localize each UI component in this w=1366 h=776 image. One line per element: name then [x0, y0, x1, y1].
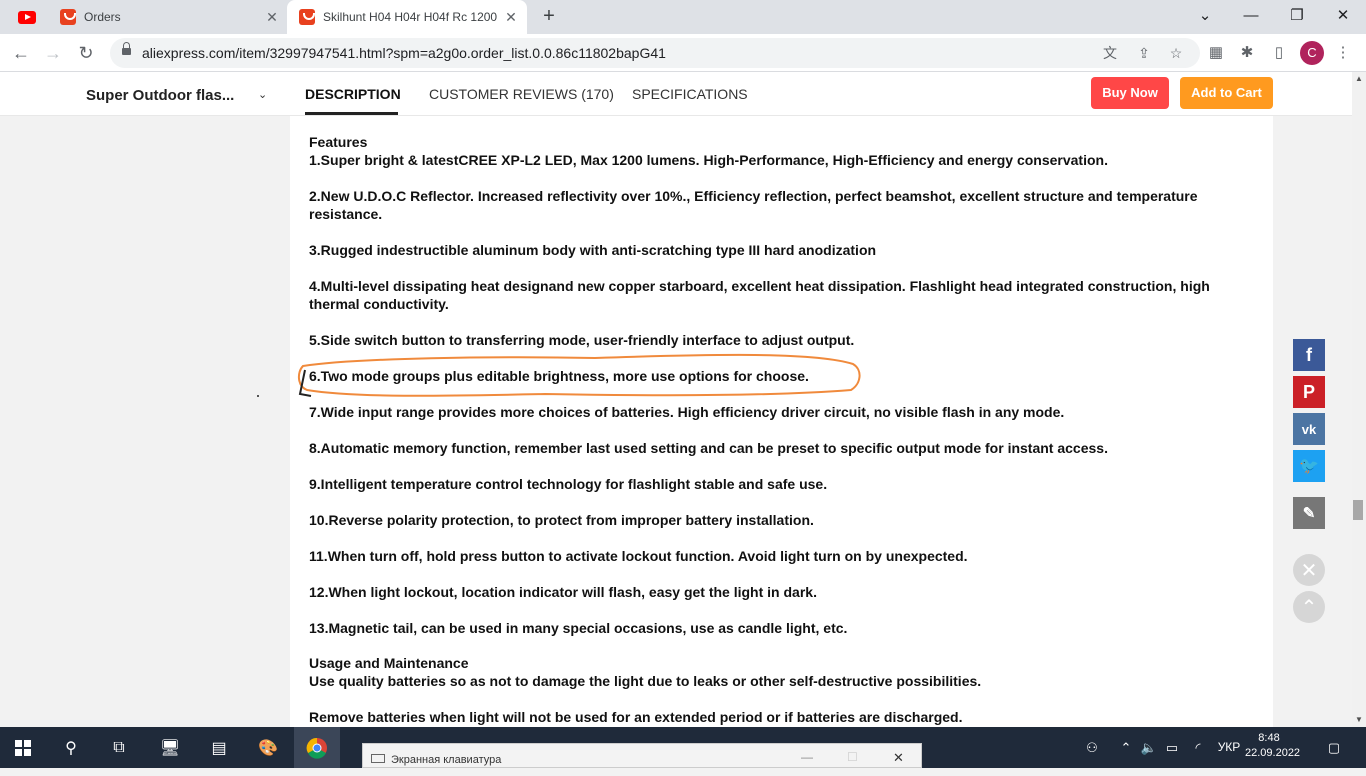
tab-title: Orders: [84, 10, 121, 24]
side-panel-icon[interactable]: ▯: [1269, 43, 1289, 63]
facebook-icon[interactable]: f: [1293, 339, 1325, 371]
buy-now-button[interactable]: Buy Now: [1091, 77, 1169, 109]
osk-close-button[interactable]: ✕: [893, 750, 904, 766]
feature-item: 4.Multi-level dissipating heat designand…: [309, 278, 1210, 312]
tab-customer-reviews[interactable]: CUSTOMER REVIEWS (170): [429, 72, 614, 116]
show-hidden-icons-icon[interactable]: ⌃: [1116, 727, 1136, 768]
forward-button[interactable]: →: [38, 38, 68, 68]
battery-icon[interactable]: ▭: [1162, 727, 1182, 768]
close-tab-icon[interactable]: ✕: [264, 9, 280, 25]
back-button[interactable]: ←: [6, 38, 36, 68]
feature-item: 10.Reverse polarity protection, to prote…: [309, 512, 814, 528]
tab-strip: Orders ✕ Skilhunt H04 H04r H04f Rc 1200 …: [0, 0, 1366, 34]
minimize-button[interactable]: —: [1228, 0, 1274, 30]
feature-item: 11.When turn off, hold press button to a…: [309, 548, 968, 564]
translate-icon[interactable]: 文: [1100, 43, 1120, 63]
tab-product[interactable]: Skilhunt H04 H04r H04f Rc 1200 ✕: [287, 0, 527, 34]
start-windows-icon[interactable]: [0, 727, 46, 768]
close-icon[interactable]: ✕: [1293, 554, 1325, 586]
product-sticky-header: Super Outdoor flas... ⌄ DESCRIPTION CUST…: [0, 72, 1352, 116]
language-indicator[interactable]: УКР: [1214, 727, 1244, 768]
osk-window-title: Экранная клавиатура: [391, 754, 502, 766]
feature-item: 1.Super bright & latestCREE XP-L2 LED, M…: [309, 152, 1108, 168]
aliexpress-favicon-icon: [60, 9, 76, 25]
add-to-cart-button[interactable]: Add to Cart: [1180, 77, 1273, 109]
pinterest-icon[interactable]: P: [1293, 376, 1325, 408]
search-icon[interactable]: ⚲: [48, 727, 94, 768]
share-icon[interactable]: ⇪: [1134, 43, 1154, 63]
lock-icon[interactable]: [122, 42, 131, 56]
restore-button[interactable]: ❐: [1274, 0, 1320, 30]
tab-search-icon[interactable]: ⌄: [1182, 0, 1228, 30]
tab-orders[interactable]: Orders ✕: [48, 0, 288, 34]
computer-app-icon[interactable]: 🖥: [147, 727, 193, 768]
chrome-app-icon[interactable]: [294, 727, 340, 768]
vk-icon[interactable]: vk: [1293, 413, 1325, 445]
feature-item: 12.When light lockout, location indicato…: [309, 584, 817, 600]
network-icon[interactable]: ◜: [1188, 727, 1208, 768]
menu-kebab-icon[interactable]: ⋮: [1333, 43, 1353, 63]
scroll-down-arrow-icon[interactable]: ▼: [1352, 713, 1366, 727]
on-screen-keyboard-window[interactable]: Экранная клавиатура — ☐ ✕: [362, 743, 922, 768]
new-tab-button[interactable]: +: [537, 5, 561, 29]
feature-item: 3.Rugged indestructible aluminum body wi…: [309, 242, 877, 258]
twitter-icon[interactable]: 🐦: [1293, 450, 1325, 482]
feature-item: 2.New U.D.O.C Reflector. Increased refle…: [309, 188, 1198, 222]
stray-dot: [257, 395, 259, 397]
close-window-button[interactable]: ✕: [1320, 0, 1366, 30]
puzzle-extensions-icon[interactable]: ✱: [1237, 43, 1257, 63]
scroll-up-arrow-icon[interactable]: ▲: [1352, 72, 1366, 86]
chevron-down-icon[interactable]: ⌄: [258, 88, 272, 102]
clock-time: 8:48: [1258, 732, 1280, 744]
edit-icon[interactable]: ✎: [1293, 497, 1325, 529]
osk-maximize-button[interactable]: ☐: [847, 750, 858, 764]
feature-item: 5.Side switch button to transferring mod…: [309, 332, 855, 348]
active-tab-underline: [305, 112, 398, 115]
product-name-dropdown[interactable]: Super Outdoor flas...: [86, 72, 234, 116]
people-icon[interactable]: ⚇: [1080, 727, 1104, 768]
extension-icon[interactable]: ▦: [1206, 43, 1226, 63]
address-bar[interactable]: aliexpress.com/item/32997947541.html?spm…: [110, 38, 1200, 68]
features-heading: Features: [309, 134, 368, 150]
paint-app-icon[interactable]: 🎨: [245, 727, 291, 768]
url-text[interactable]: aliexpress.com/item/32997947541.html?spm…: [142, 38, 666, 68]
tab-youtube[interactable]: [8, 0, 46, 34]
annotation-ellipse: [297, 353, 861, 397]
feature-item: 8.Automatic memory function, remember la…: [309, 440, 1108, 456]
keyboard-icon: [371, 754, 385, 763]
bookmark-star-icon[interactable]: ☆: [1166, 43, 1186, 63]
profile-avatar[interactable]: C: [1300, 41, 1324, 65]
scroll-to-top-icon[interactable]: ⌃: [1293, 591, 1325, 623]
calculator-app-icon[interactable]: ▤: [196, 727, 242, 768]
tab-title: Skilhunt H04 H04r H04f Rc 1200: [323, 10, 498, 24]
close-tab-icon[interactable]: ✕: [503, 9, 519, 25]
youtube-favicon-icon: [18, 10, 36, 24]
volume-icon[interactable]: 🔈: [1139, 727, 1159, 768]
usage-heading: Usage and Maintenance: [309, 655, 469, 671]
description-panel: Features 1.Super bright & latestCREE XP-…: [290, 116, 1273, 727]
usage-item: Remove batteries when light will not be …: [309, 709, 963, 725]
task-view-icon[interactable]: ⧉: [96, 727, 142, 768]
tab-specifications[interactable]: SPECIFICATIONS: [632, 72, 748, 116]
page-scrollbar[interactable]: [1352, 72, 1366, 727]
browser-toolbar: ← → ↻ aliexpress.com/item/32997947541.ht…: [0, 34, 1366, 72]
feature-item: 7.Wide input range provides more choices…: [309, 404, 1065, 420]
feature-item: 9.Intelligent temperature control techno…: [309, 476, 828, 492]
clock-date: 22.09.2022: [1245, 747, 1301, 759]
aliexpress-favicon-icon: [299, 9, 315, 25]
feature-item: 13.Magnetic tail, can be used in many sp…: [309, 620, 848, 636]
tab-description[interactable]: DESCRIPTION: [305, 72, 401, 116]
notifications-icon[interactable]: ▢: [1320, 727, 1348, 768]
taskbar-clock[interactable]: 8:48 22.09.2022: [1245, 731, 1301, 761]
scrollbar-thumb[interactable]: [1353, 500, 1363, 520]
reload-button[interactable]: ↻: [71, 38, 101, 68]
osk-minimize-button[interactable]: —: [801, 750, 813, 764]
usage-item: Use quality batteries so as not to damag…: [309, 673, 982, 689]
